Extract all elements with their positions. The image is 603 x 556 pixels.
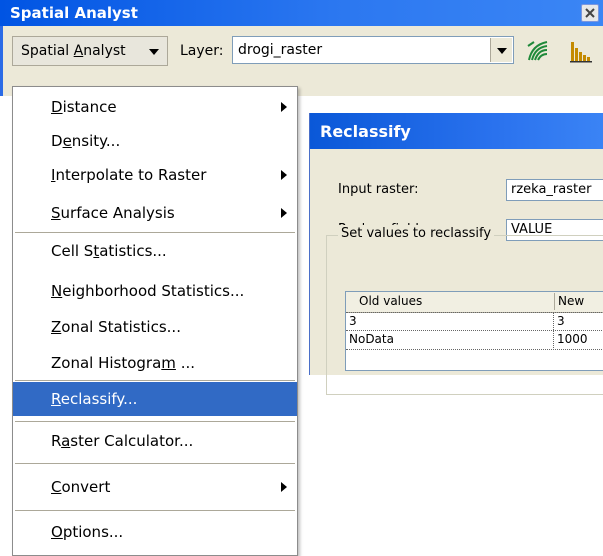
- menu-item-zonal-statistics[interactable]: Zonal Statistics...: [13, 310, 297, 344]
- spatial-analyst-menu-button[interactable]: Spatial Analyst: [12, 36, 168, 66]
- menu-button-mnemonic: A: [73, 43, 84, 59]
- menu-item-zonal-histogram[interactable]: Zonal Histogram ...: [13, 346, 297, 380]
- menu-item-label: nsity...: [71, 132, 121, 150]
- chevron-right-icon: [281, 102, 287, 112]
- menu-item-label: onvert: [61, 478, 111, 496]
- menu-item-neighborhood-statistics[interactable]: Neighborhood Statistics...: [13, 274, 297, 308]
- input-raster-combo[interactable]: rzeka_raster: [506, 179, 603, 201]
- menu-separator: [15, 510, 295, 511]
- menu-item-label: ...: [175, 354, 195, 372]
- menu-item-mnemonic: N: [51, 282, 63, 300]
- menu-separator: [15, 421, 295, 422]
- menu-item-label: atistics...: [99, 242, 167, 260]
- close-icon[interactable]: [581, 4, 599, 22]
- menu-item-label: istance: [62, 98, 117, 116]
- menu-button-text: nalyst: [83, 43, 126, 59]
- menu-item-mnemonic: a: [61, 432, 71, 450]
- spatial-analyst-dropdown-menu: Distance Density... Interpolate to Raste…: [12, 86, 298, 556]
- menu-item-mnemonic: m: [161, 354, 176, 372]
- menu-item-cell-statistics[interactable]: Cell Statistics...: [13, 234, 297, 268]
- dialog-title: Reclassify: [310, 113, 603, 149]
- menu-item-mnemonic: Z: [51, 318, 62, 336]
- menu-item-convert[interactable]: Convert: [13, 470, 297, 504]
- menu-item-label: Cell S: [51, 242, 94, 260]
- table-cell-new[interactable]: 3: [554, 313, 603, 330]
- menu-item-label: ptions...: [62, 523, 124, 541]
- menu-item-mnemonic: e: [62, 132, 72, 150]
- table-cell-old[interactable]: 3: [346, 313, 554, 330]
- menu-item-label: ster Calculator...: [70, 432, 194, 450]
- menu-item-mnemonic: R: [51, 390, 61, 408]
- column-header-old-values[interactable]: Old values: [356, 293, 546, 310]
- set-values-group-label: Set values to reclassify: [338, 225, 495, 243]
- layer-label: Layer:: [180, 43, 224, 59]
- menu-item-label: eighborhood Statistics...: [62, 282, 245, 300]
- menu-item-label: R: [51, 432, 62, 450]
- menu-item-reclassify[interactable]: Reclassify...: [13, 382, 297, 416]
- menu-item-label: onal Statistics...: [61, 318, 181, 336]
- table-header: Old values New: [346, 292, 603, 313]
- menu-item-mnemonic: O: [51, 523, 63, 541]
- menu-button-text: Spatial: [21, 43, 74, 59]
- chevron-down-icon: [149, 49, 159, 55]
- menu-separator: [15, 380, 295, 381]
- menu-item-raster-calculator[interactable]: Raster Calculator...: [13, 424, 297, 458]
- menu-separator: [15, 463, 295, 464]
- table-cell-new[interactable]: 1000: [554, 331, 603, 348]
- reclass-table[interactable]: Old values New 3 3 NoData 1000: [345, 291, 603, 371]
- menu-item-label: urface Analysis: [60, 204, 175, 222]
- menu-separator: [15, 232, 295, 233]
- histogram-fingerprint-icon[interactable]: [525, 38, 551, 64]
- menu-item-label: eclassify...: [60, 390, 138, 408]
- layer-combo-value: drogi_raster: [238, 42, 323, 58]
- menu-item-mnemonic: S: [51, 204, 61, 222]
- chevron-right-icon: [281, 208, 287, 218]
- histogram-icon[interactable]: [568, 38, 594, 64]
- menu-item-distance[interactable]: Distance: [13, 90, 297, 124]
- menu-item-interpolate-to-raster[interactable]: Interpolate to Raster: [13, 158, 297, 192]
- chevron-down-icon[interactable]: [490, 38, 512, 62]
- menu-item-options[interactable]: Options...: [13, 515, 297, 549]
- menu-item-label: nterpolate to Raster: [55, 166, 207, 184]
- toolbar-title: Spatial Analyst: [0, 0, 603, 26]
- column-header-new[interactable]: New: [554, 293, 603, 310]
- menu-item-label: Zonal Histogra: [51, 354, 162, 372]
- table-cell-old[interactable]: NoData: [346, 331, 554, 348]
- layer-combo[interactable]: drogi_raster: [232, 36, 514, 64]
- input-raster-label: Input raster:: [338, 182, 419, 197]
- menu-item-surface-analysis[interactable]: Surface Analysis: [13, 196, 297, 230]
- chevron-right-icon: [281, 170, 287, 180]
- spatial-analyst-toolbar: Spatial Analyst Spatial Analyst Layer: d…: [0, 0, 603, 96]
- menu-item-density[interactable]: Density...: [13, 124, 297, 158]
- chevron-right-icon: [281, 482, 287, 492]
- menu-item-mnemonic: C: [51, 478, 62, 496]
- reclassify-dialog: Reclassify Input raster: rzeka_raster Re…: [309, 113, 603, 395]
- row-divider: [346, 349, 603, 350]
- menu-item-mnemonic: D: [51, 98, 63, 116]
- menu-item-label: D: [51, 132, 63, 150]
